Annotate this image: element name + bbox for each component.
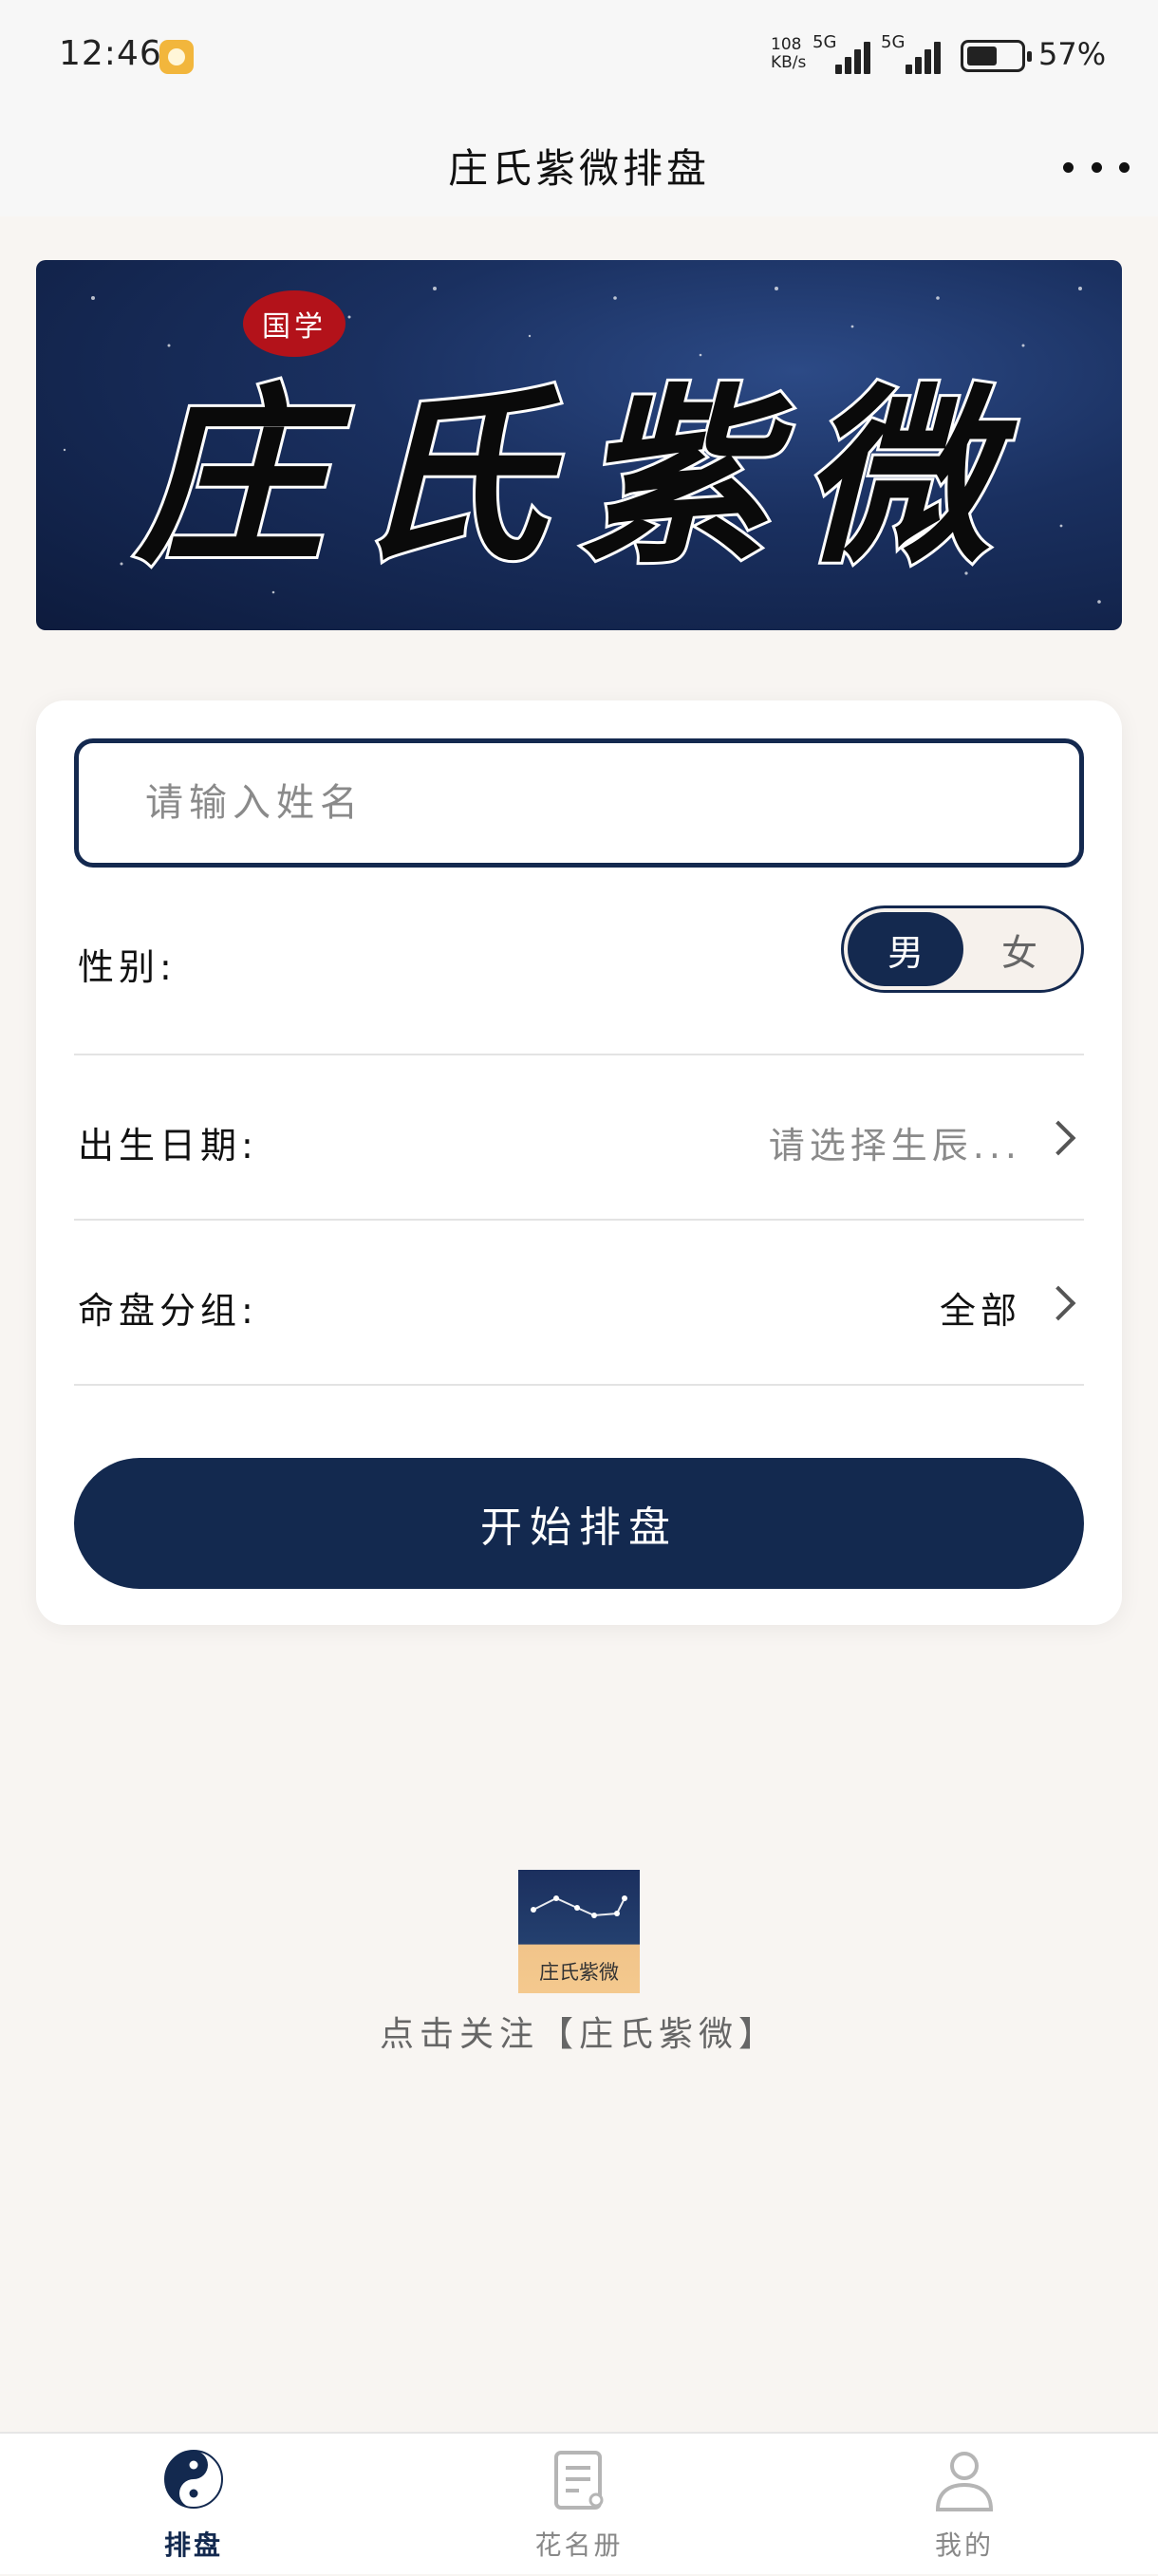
tab-bar: 排盘 花名册 我的 [0,2432,1158,2574]
gender-row: 性别: 男 女 [74,868,1084,1055]
yin-yang-icon [164,2450,223,2509]
follow-link[interactable]: 点击关注【庄氏紫微】 [0,2007,1158,2056]
start-chart-button[interactable]: 开始排盘 [74,1458,1084,1589]
chevron-right-icon [1040,1285,1076,1321]
tab-chart[interactable]: 排盘 [80,2434,308,2576]
chart-group-value[interactable]: 全部 [940,1281,1021,1334]
tab-roster[interactable]: 花名册 [465,2434,693,2576]
battery-fill [967,47,997,65]
tab-label: 花名册 [534,2529,624,2561]
status-bar: 12:46 108 KB/s 5G 5G 57% [0,0,1158,112]
name-input[interactable] [74,738,1084,868]
nav-bar: 庄氏紫微排盘 [0,112,1158,216]
tab-profile[interactable]: 我的 [850,2434,1078,2576]
network-type-2: 5G [881,32,906,52]
status-time: 12:46 [59,34,162,73]
notification-icon [159,40,194,74]
seal-stamp: 国学 [243,290,346,357]
chart-group-row[interactable]: 命盘分组: 全部 [74,1221,1084,1386]
battery-percent: 57% [1038,36,1107,72]
gender-label: 性别: [78,946,177,988]
tab-label: 我的 [934,2529,994,2561]
user-icon [935,2452,994,2511]
banner: 国学 庄氏紫微 [36,260,1122,630]
signal-icon-2 [906,38,951,74]
tab-label: 排盘 [163,2529,223,2561]
battery-icon [961,40,1032,72]
chart-form: 性别: 男 女 出生日期: 请选择生辰... 命盘分组: 全部 开始排盘 [36,700,1122,1625]
chart-group-label: 命盘分组: [78,1290,258,1332]
birth-date-label: 出生日期: [78,1125,258,1167]
follow-logo-text: 庄氏紫微 [539,1961,619,1984]
network-type-1: 5G [812,32,837,52]
banner-title: 庄氏紫微 [132,366,1023,589]
roster-icon [554,2451,604,2510]
birth-date-value[interactable]: 请选择生辰... [769,1116,1021,1168]
page-title: 庄氏紫微排盘 [447,145,710,192]
gender-female-option[interactable]: 女 [962,912,1077,986]
more-button[interactable] [1063,148,1130,186]
big-dipper-icon [531,1895,627,1918]
gender-toggle[interactable]: 男 女 [841,905,1084,993]
signal-icon [835,38,881,74]
more-dots-icon [1063,161,1074,173]
chevron-right-icon [1040,1120,1076,1156]
birth-date-row[interactable]: 出生日期: 请选择生辰... [74,1055,1084,1221]
gender-male-option[interactable]: 男 [848,912,963,986]
follow-logo[interactable]: 庄氏紫微 [518,1870,640,1993]
network-speed: 108 KB/s [771,35,807,72]
